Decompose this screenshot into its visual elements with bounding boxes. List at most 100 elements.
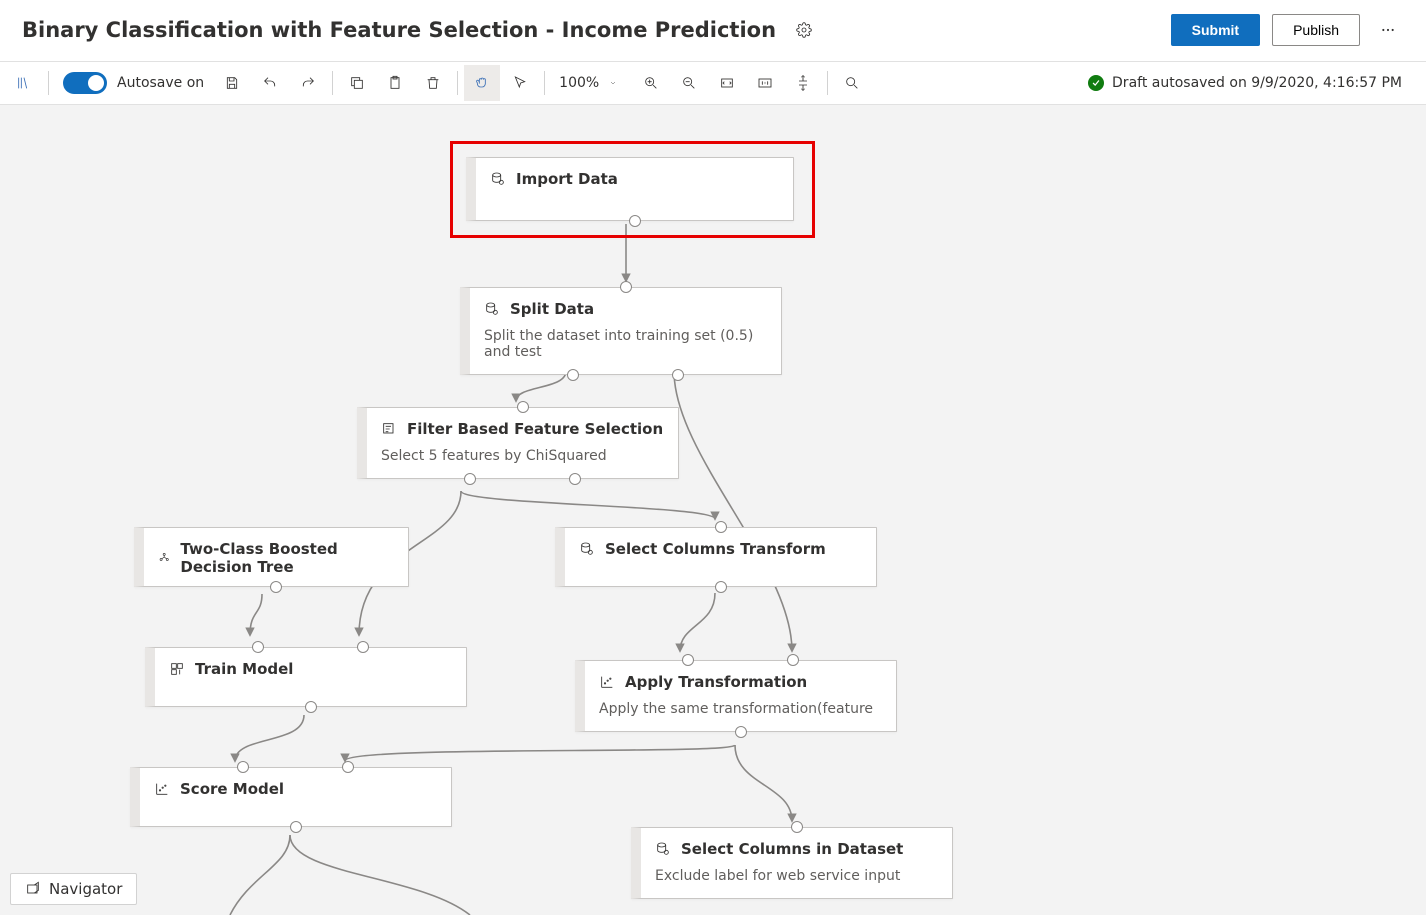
node-title: Apply Transformation: [625, 673, 807, 691]
output-port[interactable]: [305, 701, 317, 713]
library-icon: [16, 75, 32, 91]
database-icon: [579, 541, 595, 557]
tree-icon: [158, 550, 170, 566]
node-train-model[interactable]: Train Model: [145, 647, 467, 707]
autolayout-icon: [795, 75, 811, 91]
output-port-1[interactable]: [567, 369, 579, 381]
node-import-data[interactable]: Import Data: [466, 157, 794, 221]
zoom-in-button[interactable]: [633, 65, 669, 101]
node-title: Import Data: [516, 170, 618, 188]
paste-icon: [387, 75, 403, 91]
submit-button[interactable]: Submit: [1171, 14, 1260, 46]
node-title: Select Columns Transform: [605, 540, 826, 558]
scatter-icon: [599, 674, 615, 690]
input-port[interactable]: [517, 401, 529, 413]
more-button[interactable]: [1372, 14, 1404, 46]
library-button[interactable]: [6, 65, 42, 101]
output-port[interactable]: [735, 726, 747, 738]
output-port[interactable]: [629, 215, 641, 227]
more-icon: [1380, 22, 1396, 38]
node-title: Train Model: [195, 660, 293, 678]
input-port[interactable]: [715, 521, 727, 533]
search-button[interactable]: [834, 65, 870, 101]
pipeline-canvas[interactable]: Import Data Split Data Split the dataset…: [0, 105, 1426, 915]
redo-icon: [300, 75, 316, 91]
node-select-columns-transform[interactable]: Select Columns Transform: [555, 527, 877, 587]
redo-button[interactable]: [290, 65, 326, 101]
node-subtitle: Exclude label for web service input: [655, 868, 938, 884]
zoom-out-button[interactable]: [671, 65, 707, 101]
zoom-value: 100%: [559, 75, 599, 91]
input-port[interactable]: [791, 821, 803, 833]
output-port-1[interactable]: [464, 473, 476, 485]
autosave-label: Autosave on: [117, 75, 204, 91]
list-filter-icon: [381, 421, 397, 437]
output-port[interactable]: [270, 581, 282, 593]
separator: [332, 71, 333, 95]
autosave-toggle[interactable]: [63, 72, 107, 94]
undo-button[interactable]: [252, 65, 288, 101]
node-title: Select Columns in Dataset: [681, 840, 903, 858]
cursor-icon: [512, 75, 528, 91]
select-button[interactable]: [502, 65, 538, 101]
actual-size-button[interactable]: [747, 65, 783, 101]
navigator-button[interactable]: Navigator: [10, 873, 137, 905]
header: Binary Classification with Feature Selec…: [0, 0, 1426, 61]
input-port[interactable]: [620, 281, 632, 293]
node-select-columns-in-dataset[interactable]: Select Columns in Dataset Exclude label …: [631, 827, 953, 899]
separator: [544, 71, 545, 95]
input-port-1[interactable]: [252, 641, 264, 653]
scatter-icon: [154, 781, 170, 797]
autosave-group: Autosave on: [55, 72, 212, 94]
output-port[interactable]: [290, 821, 302, 833]
node-boosted-decision-tree[interactable]: Two-Class Boosted Decision Tree: [134, 527, 409, 587]
node-subtitle: Split the dataset into training set (0.5…: [484, 328, 767, 360]
node-apply-transformation[interactable]: Apply Transformation Apply the same tran…: [575, 660, 897, 732]
node-subtitle: Select 5 features by ChiSquared: [381, 448, 664, 464]
fit-button[interactable]: [709, 65, 745, 101]
save-icon: [224, 75, 240, 91]
zoom-out-icon: [681, 75, 697, 91]
database-icon: [655, 841, 671, 857]
input-port-2[interactable]: [787, 654, 799, 666]
autolayout-button[interactable]: [785, 65, 821, 101]
output-port[interactable]: [715, 581, 727, 593]
zoom-dropdown[interactable]: [603, 65, 623, 101]
node-title: Score Model: [180, 780, 284, 798]
gear-icon: [796, 22, 812, 38]
database-icon: [490, 171, 506, 187]
settings-button[interactable]: [788, 14, 820, 46]
paste-button[interactable]: [377, 65, 413, 101]
page-title: Binary Classification with Feature Selec…: [22, 18, 776, 42]
copy-button[interactable]: [339, 65, 375, 101]
node-split-data[interactable]: Split Data Split the dataset into traini…: [460, 287, 782, 375]
database-icon: [484, 301, 500, 317]
status-text: Draft autosaved on 9/9/2020, 4:16:57 PM: [1112, 75, 1402, 91]
search-icon: [844, 75, 860, 91]
zoom-in-icon: [643, 75, 659, 91]
zoom-group: 100%: [551, 65, 631, 101]
autosave-status: Draft autosaved on 9/9/2020, 4:16:57 PM: [1088, 75, 1420, 91]
node-title: Filter Based Feature Selection: [407, 420, 663, 438]
model-icon: [169, 661, 185, 677]
output-port-2[interactable]: [672, 369, 684, 381]
node-subtitle: Apply the same transformation(feature: [599, 701, 882, 717]
one-to-one-icon: [757, 75, 773, 91]
node-filter-feature-selection[interactable]: Filter Based Feature Selection Select 5 …: [357, 407, 679, 479]
input-port-2[interactable]: [342, 761, 354, 773]
delete-button[interactable]: [415, 65, 451, 101]
input-port-1[interactable]: [237, 761, 249, 773]
node-title: Split Data: [510, 300, 594, 318]
copy-icon: [349, 75, 365, 91]
node-score-model[interactable]: Score Model: [130, 767, 452, 827]
publish-button[interactable]: Publish: [1272, 14, 1360, 46]
separator: [827, 71, 828, 95]
chevron-down-icon: [609, 75, 617, 91]
success-icon: [1088, 75, 1104, 91]
input-port-2[interactable]: [357, 641, 369, 653]
input-port-1[interactable]: [682, 654, 694, 666]
output-port-2[interactable]: [569, 473, 581, 485]
save-button[interactable]: [214, 65, 250, 101]
toolbar: Autosave on 100%: [0, 61, 1426, 105]
pan-button[interactable]: [464, 65, 500, 101]
